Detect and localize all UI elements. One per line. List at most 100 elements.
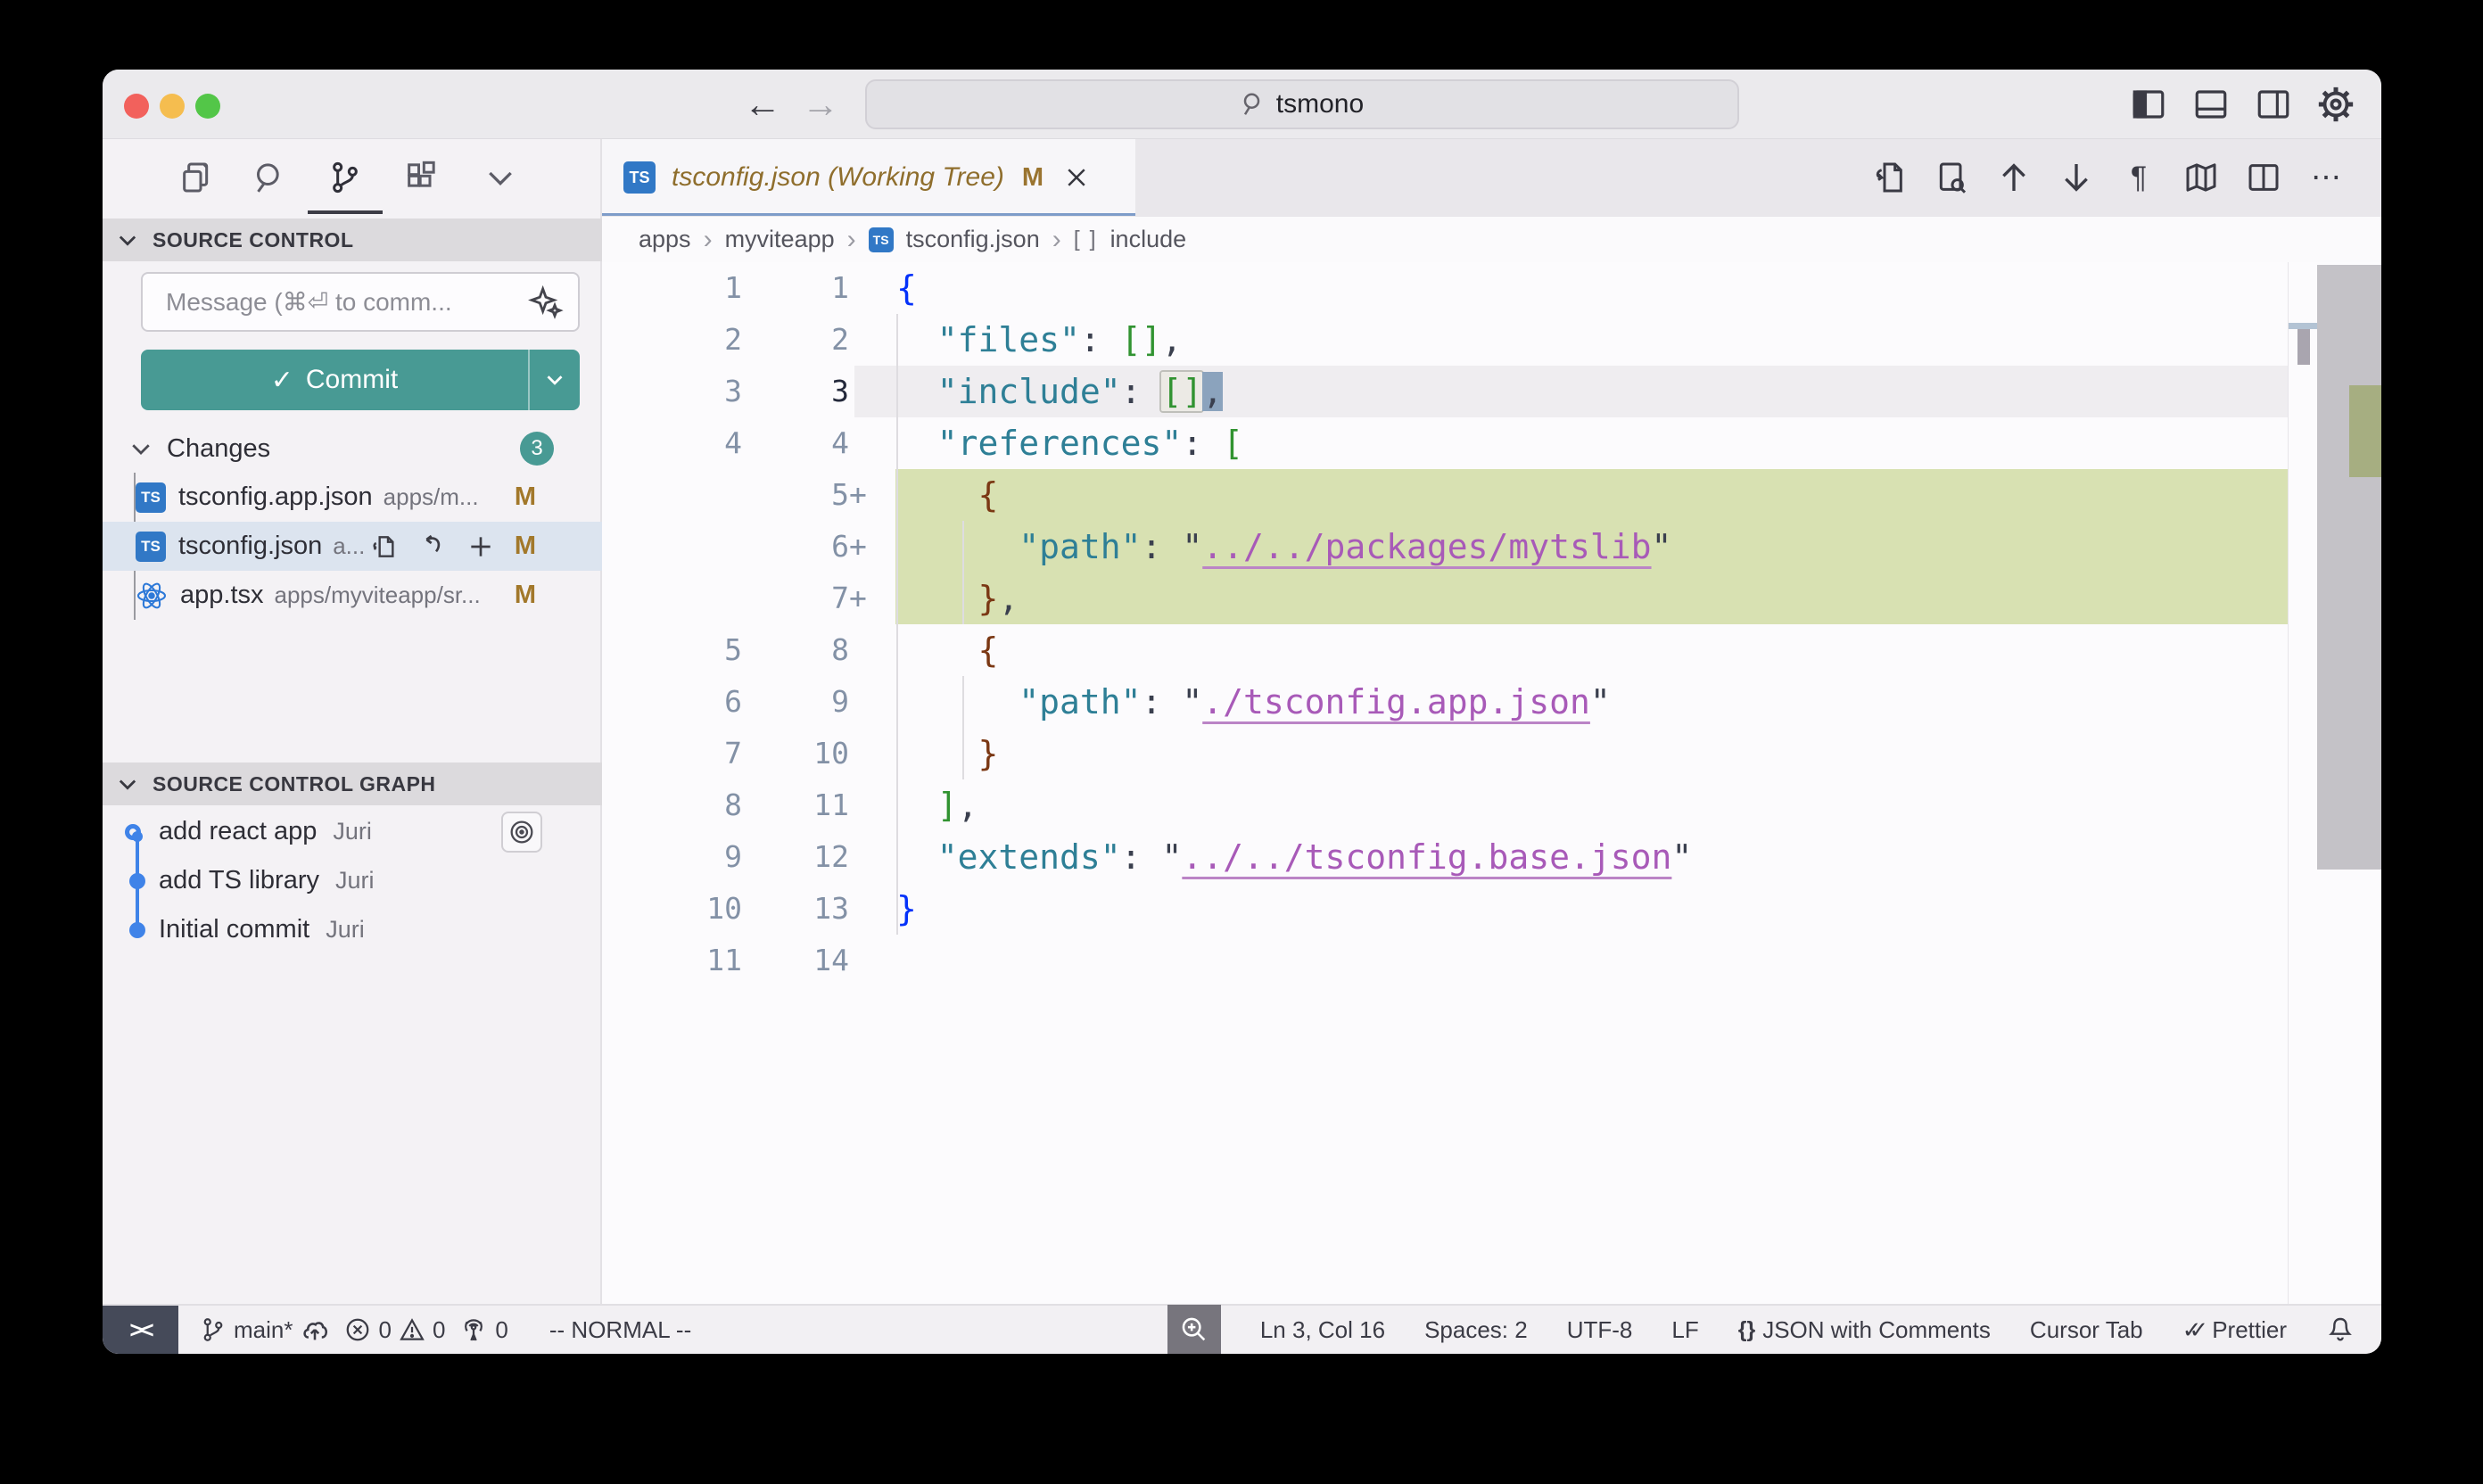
problems-status-item[interactable]: 0 0 (344, 1316, 445, 1344)
breadcrumb-item[interactable]: myviteapp (725, 226, 835, 253)
breadcrumb-separator: › (1052, 225, 1061, 255)
previous-change-icon[interactable] (1994, 158, 2033, 197)
split-editor-icon[interactable] (2244, 158, 2283, 197)
code-token: "references" (937, 424, 1183, 463)
commit-message-input[interactable] (143, 288, 528, 317)
tab-title: tsconfig.json (Working Tree) (672, 162, 1004, 193)
error-circle-icon (344, 1316, 371, 1343)
close-window-button[interactable] (124, 94, 149, 119)
cloud-upload-icon (300, 1315, 330, 1345)
open-file-icon[interactable] (370, 532, 399, 561)
code-line[interactable]: 11 14 (602, 935, 2381, 986)
code-line[interactable]: 8 11 ], (602, 779, 2381, 831)
code-line[interactable]: 5 8 { (602, 624, 2381, 676)
modified-badge: M (515, 532, 536, 561)
map-icon[interactable] (2182, 158, 2221, 197)
ports-status-item[interactable]: 0 (459, 1315, 507, 1344)
code-line[interactable]: 7 10 } (602, 728, 2381, 779)
cursor-overview-mark (2289, 323, 2317, 329)
next-change-icon[interactable] (2057, 158, 2096, 197)
indentation-status[interactable]: Spaces: 2 (1424, 1316, 1528, 1344)
code-text: } (849, 883, 917, 935)
code-line[interactable]: 1 1 { (602, 262, 2381, 314)
breadcrumb-item[interactable]: tsconfig.json (906, 226, 1040, 253)
vim-mode-indicator[interactable]: -- NORMAL -- (549, 1316, 691, 1344)
commit-row[interactable]: add react app Juri (103, 807, 602, 856)
compare-editor-icon[interactable] (1932, 158, 1971, 197)
extensions-icon[interactable] (396, 153, 446, 202)
scrollbar-thumb[interactable] (2317, 265, 2381, 870)
eol-status[interactable]: LF (1671, 1316, 1698, 1344)
code-area[interactable]: 1 1 { 2 2 "files": [], 3 3 "include": []… (602, 262, 2381, 1304)
cursor-tab-status[interactable]: Cursor Tab (2030, 1316, 2143, 1344)
code-line[interactable]: 6+ "path": "../../packages/mytslib" (602, 521, 2381, 573)
toggle-panel-icon[interactable] (2190, 84, 2231, 125)
breadcrumb-item[interactable]: include (1110, 226, 1187, 253)
language-mode-status[interactable]: {} JSON with Comments (1738, 1316, 1991, 1344)
original-line-number: 5 (602, 624, 742, 676)
code-token: { (896, 268, 917, 308)
branch-status-item[interactable]: main* (200, 1315, 330, 1345)
code-line[interactable]: 6 9 "path": "./tsconfig.app.json" (602, 676, 2381, 728)
change-row-app-tsx[interactable]: app.tsx apps/myviteapp/sr... M (103, 571, 602, 620)
change-row-tsconfig-app[interactable]: TS tsconfig.app.json apps/m... M (103, 473, 602, 522)
chevron-down-icon (115, 227, 140, 252)
code-line[interactable]: 5+ { (602, 469, 2381, 521)
command-center-search[interactable]: tsmono (865, 79, 1739, 129)
commit-button[interactable]: ✓ Commit (141, 350, 580, 410)
code-line[interactable]: 10 13 } (602, 883, 2381, 935)
zoom-in-icon (1179, 1315, 1209, 1345)
changes-header[interactable]: Changes 3 (103, 426, 602, 471)
code-line[interactable]: 3 3 "include": [], (602, 366, 2381, 417)
source-control-section-header[interactable]: SOURCE CONTROL (103, 218, 602, 261)
navigate-forward-button[interactable]: → (796, 80, 845, 128)
goto-commit-button[interactable] (501, 812, 542, 853)
breadcrumb-item[interactable]: apps (639, 226, 691, 253)
formatter-status[interactable]: ✓✓ Prettier (2182, 1316, 2287, 1344)
warning-triangle-icon (399, 1316, 425, 1343)
original-line-number: 1 (602, 262, 742, 314)
more-views-chevron-icon[interactable] (475, 153, 525, 202)
more-actions-icon[interactable]: ⋯ (2306, 158, 2346, 197)
maximize-window-button[interactable] (195, 94, 220, 119)
code-line[interactable]: 9 12 "extends": "../../tsconfig.base.jso… (602, 831, 2381, 883)
source-control-graph-header[interactable]: SOURCE CONTROL GRAPH (103, 763, 602, 805)
tab-tsconfig-working-tree[interactable]: TS tsconfig.json (Working Tree) M (602, 139, 1135, 216)
chevron-down-icon (115, 771, 140, 796)
tab-modified-badge: M (1022, 163, 1044, 193)
toggle-secondary-sidebar-icon[interactable] (2253, 84, 2294, 125)
section-title: SOURCE CONTROL (153, 228, 354, 252)
sparkle-ai-icon[interactable] (528, 284, 564, 320)
tab-close-icon[interactable] (1063, 164, 1090, 191)
original-line-number: 3 (602, 366, 742, 417)
code-line[interactable]: 7+ }, (602, 573, 2381, 624)
bell-icon[interactable] (2326, 1315, 2355, 1344)
explorer-icon[interactable] (171, 153, 221, 202)
settings-gear-icon[interactable] (2315, 84, 2356, 125)
commit-row[interactable]: add TS library Juri (103, 856, 602, 905)
stage-changes-icon[interactable] (466, 532, 495, 561)
modified-line-number: 7+ (742, 573, 849, 624)
remote-indicator-button[interactable]: >< (103, 1306, 178, 1354)
encoding-status[interactable]: UTF-8 (1567, 1316, 1633, 1344)
cursor-position-status[interactable]: Ln 3, Col 16 (1260, 1316, 1385, 1344)
toggle-sidebar-icon[interactable] (2128, 84, 2169, 125)
minimize-window-button[interactable] (160, 94, 185, 119)
source-control-icon[interactable] (320, 153, 370, 202)
navigate-back-button[interactable]: ← (738, 80, 787, 128)
search-icon[interactable] (244, 153, 294, 202)
discard-changes-icon[interactable] (418, 532, 447, 561)
code-line[interactable]: 4 4 "references": [ (602, 417, 2381, 469)
change-row-tsconfig[interactable]: TS tsconfig.json a... M (103, 522, 602, 571)
zoom-indicator[interactable] (1167, 1305, 1221, 1354)
code-text: "path": "../../packages/mytslib" (849, 521, 1671, 573)
modified-line-number: 2 (742, 314, 849, 366)
word-highlight-overview-mark (2297, 329, 2310, 365)
code-lines: 1 1 { 2 2 "files": [], 3 3 "include": []… (602, 262, 2381, 986)
code-line[interactable]: 2 2 "files": [], (602, 314, 2381, 366)
open-changes-icon[interactable] (1869, 158, 1909, 197)
code-token (896, 682, 1019, 721)
commit-dropdown-button[interactable] (528, 350, 580, 410)
whitespace-pilcrow-icon[interactable]: ¶ (2119, 158, 2158, 197)
commit-row[interactable]: Initial commit Juri (103, 905, 602, 954)
